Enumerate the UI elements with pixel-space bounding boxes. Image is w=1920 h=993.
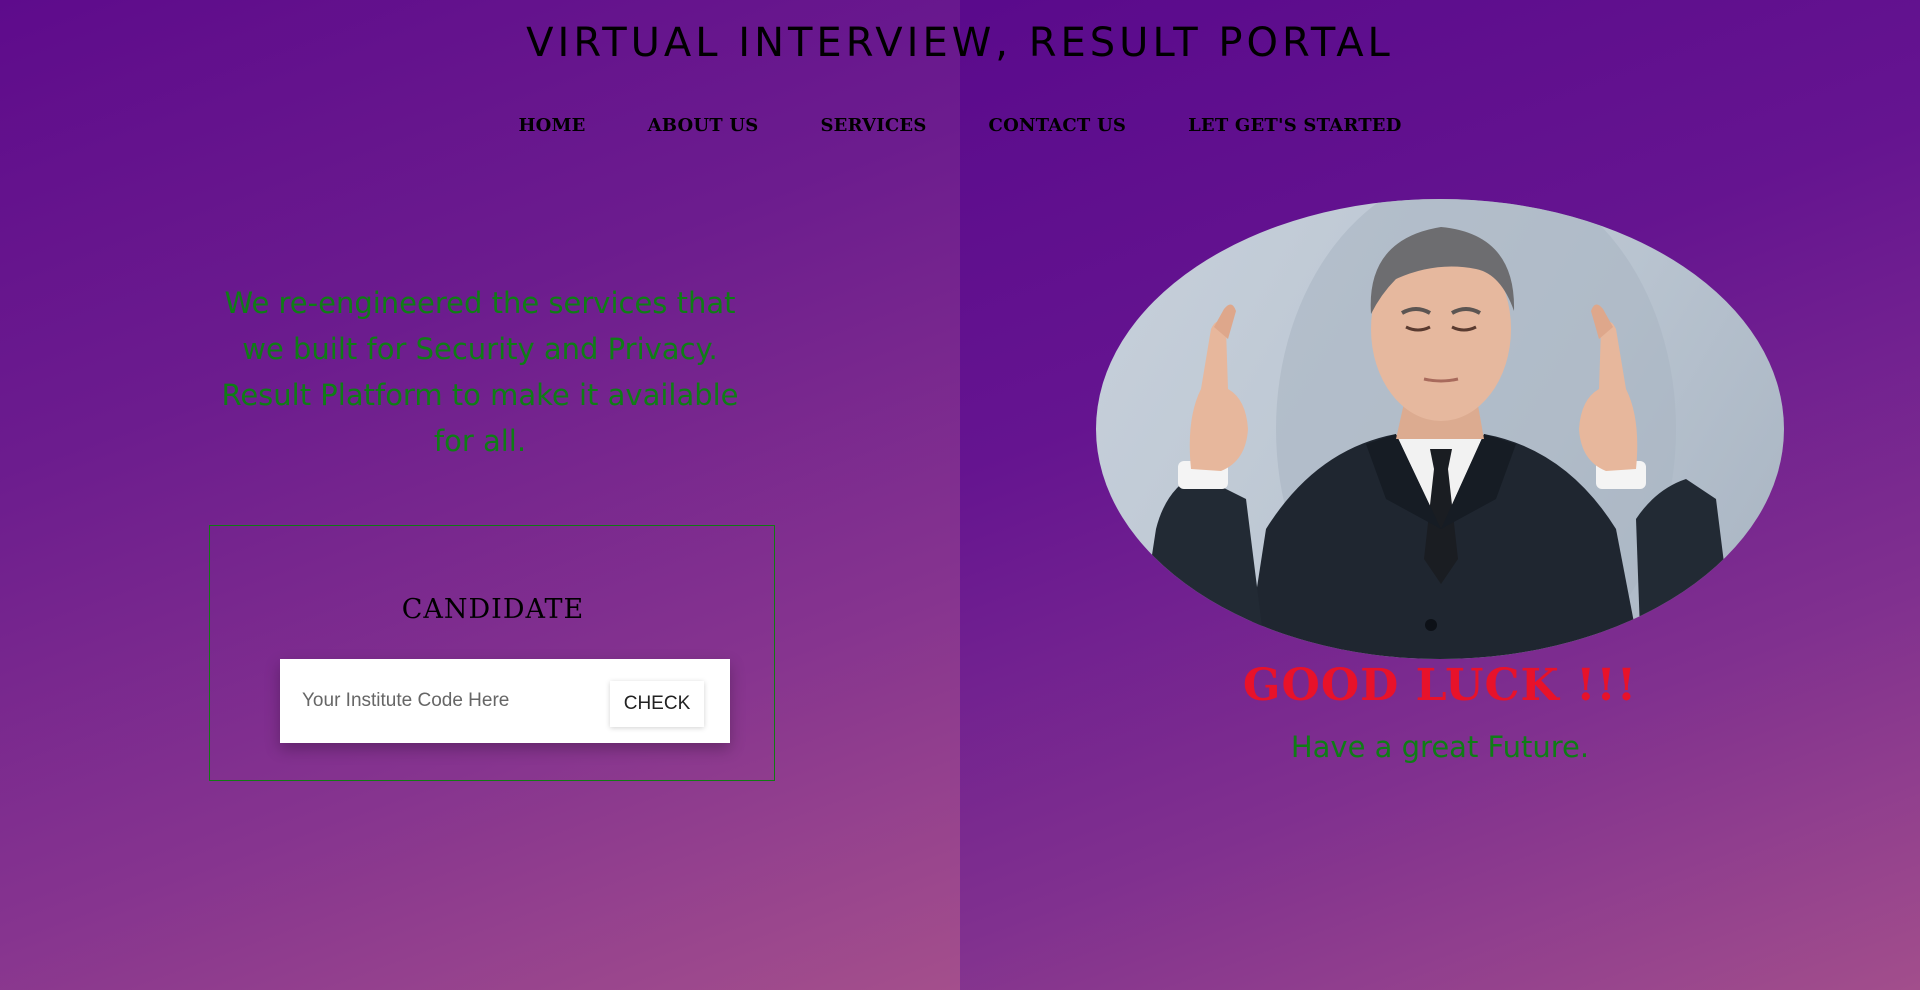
left-panel-background <box>0 0 960 990</box>
main-nav: HOME ABOUT US SERVICES CONTACT US LET GE… <box>0 115 1920 136</box>
good-luck-photo <box>1096 199 1784 659</box>
good-luck-heading: GOOD LUCK !!! <box>1242 660 1638 711</box>
nav-services[interactable]: SERVICES <box>820 115 926 136</box>
hero-tagline: We re-engineered the services that we bu… <box>221 286 739 458</box>
candidate-heading: CANDIDATE <box>401 594 585 625</box>
future-subtitle: Have a great Future. <box>1290 730 1590 764</box>
candidate-panel: CANDIDATE CHECK <box>209 525 775 781</box>
nav-get-started[interactable]: LET GET'S STARTED <box>1188 115 1401 136</box>
page: VIRTUAL INTERVIEW, RESULT PORTAL HOME AB… <box>0 0 1920 990</box>
nav-contact-us[interactable]: CONTACT US <box>989 115 1127 136</box>
nav-about-us[interactable]: ABOUT US <box>648 115 759 136</box>
site-title: VIRTUAL INTERVIEW, RESULT PORTAL <box>526 20 1394 66</box>
institute-code-input[interactable] <box>280 659 600 743</box>
nav-home[interactable]: HOME <box>518 115 585 136</box>
check-button[interactable]: CHECK <box>610 681 704 727</box>
man-fingers-crossed-image <box>1136 199 1736 659</box>
institute-code-form: CHECK <box>280 659 730 743</box>
